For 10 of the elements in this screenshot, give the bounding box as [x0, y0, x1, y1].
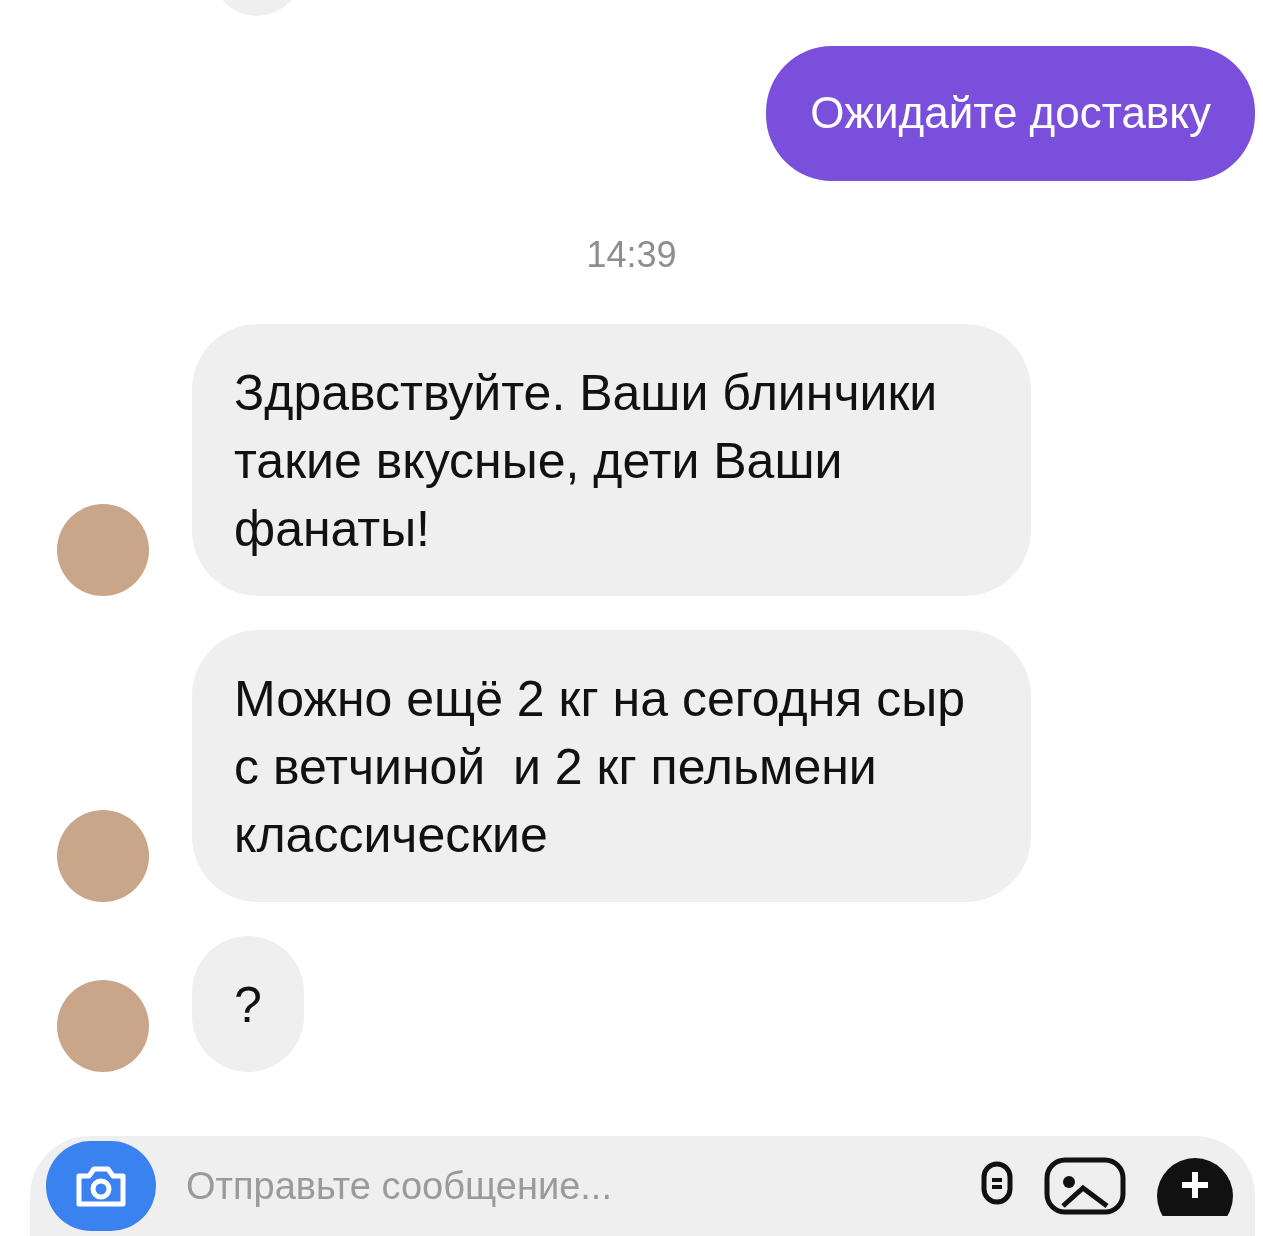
sent-message: Ожидайте доставку — [766, 46, 1255, 181]
message-input[interactable]: Отправьте сообщение... — [184, 1163, 951, 1209]
timestamp: 14:39 — [586, 233, 677, 277]
received-message: Можно ещё 2 кг на сегодня сыр с ветчиной и 2 кг пельмени классические — [192, 630, 1031, 902]
received-message: Здравствуйте. Ваши блинчики такие вкусные, дети Ваши фанаты! — [192, 324, 1031, 596]
camera-button[interactable] — [46, 1141, 156, 1231]
message-composer[interactable]: Отправьте сообщение... — [30, 1136, 1255, 1236]
plus-icon[interactable] — [1155, 1156, 1235, 1216]
received-message: ? — [192, 936, 304, 1072]
image-icon[interactable] — [1043, 1156, 1127, 1216]
